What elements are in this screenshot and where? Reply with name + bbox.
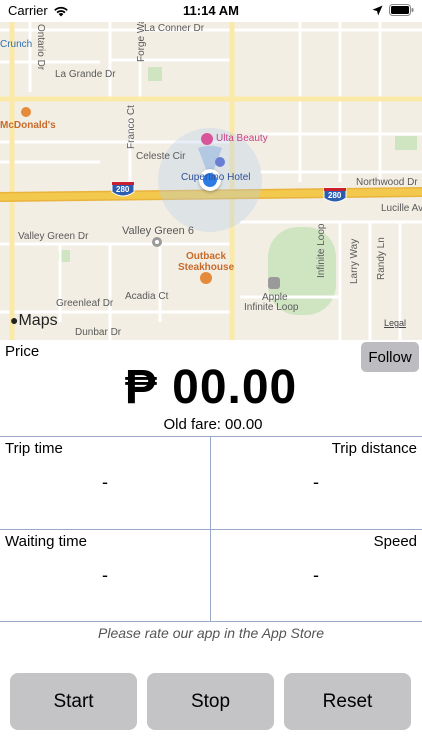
battery-icon bbox=[389, 4, 414, 16]
reset-button[interactable]: Reset bbox=[284, 673, 411, 730]
map-label-mcdonalds: McDonald's bbox=[0, 120, 56, 131]
map-label-dunbar: Dunbar Dr bbox=[75, 327, 122, 338]
map-label-randy-ln: Randy Ln bbox=[376, 237, 387, 280]
map-label-ulta: Ulta Beauty bbox=[216, 133, 268, 144]
stop-button[interactable]: Stop bbox=[147, 673, 274, 730]
map-label-outback-1: Outback bbox=[186, 251, 227, 262]
map-label-franco-ct: Franco Ct bbox=[126, 105, 137, 149]
map-view[interactable]: La Conner Dr Crunch La Grande Dr Ontario… bbox=[0, 22, 422, 340]
old-fare-value: 00.00 bbox=[224, 416, 263, 433]
map-label-forge-way: Forge Way bbox=[136, 22, 147, 62]
map-label-ontario: Ontario Dr bbox=[35, 24, 46, 71]
old-fare: Old fare: 00.00 bbox=[0, 416, 422, 433]
old-fare-label: Old fare: bbox=[163, 416, 221, 433]
map-label-la-grande: La Grande Dr bbox=[55, 69, 116, 80]
map-label-lucille: Lucille Ave bbox=[381, 203, 422, 214]
map-label-apple-2: Infinite Loop bbox=[244, 302, 299, 313]
map-label-hotel: Cupertino Hotel bbox=[181, 172, 251, 183]
map-label-northwood: Northwood Dr bbox=[356, 177, 418, 188]
grid-line-bottom bbox=[0, 621, 422, 622]
map-label-outback-2: Steakhouse bbox=[178, 262, 235, 273]
price-label: Price bbox=[5, 343, 40, 360]
price-value: ₱ 00.00 bbox=[124, 361, 298, 414]
highway-shield-label-2: 280 bbox=[328, 191, 342, 200]
map-label-greenleaf: Greenleaf Dr bbox=[56, 298, 114, 309]
location-arrow-icon bbox=[372, 5, 383, 15]
status-time: 11:14 AM bbox=[183, 3, 239, 18]
grid-line-middle bbox=[0, 529, 422, 530]
map-label-crunch: Crunch bbox=[0, 39, 33, 50]
map-label-valley-green-dr: Valley Green Dr bbox=[18, 231, 89, 242]
rate-app-text[interactable]: Please rate our app in the App Store bbox=[0, 625, 422, 641]
trip-distance-value: - bbox=[313, 472, 319, 492]
map-label-larry-way: Larry Way bbox=[349, 238, 360, 284]
maps-logo: ●Maps bbox=[10, 312, 58, 330]
waiting-time-label: Waiting time bbox=[5, 533, 87, 550]
map-label-acadia: Acadia Ct bbox=[125, 291, 169, 302]
speed-value: - bbox=[313, 565, 319, 585]
start-button[interactable]: Start bbox=[10, 673, 137, 730]
trip-time-label: Trip time bbox=[5, 440, 63, 457]
legal-link[interactable]: Legal bbox=[384, 318, 406, 328]
map-label-valley-green-6: Valley Green 6 bbox=[122, 225, 194, 237]
map-label-infinite-loop: Infinite Loop bbox=[316, 223, 327, 279]
grid-line-vertical bbox=[210, 436, 211, 622]
maps-logo-text: Maps bbox=[18, 312, 58, 329]
map-label-celeste-cir: Celeste Cir bbox=[136, 151, 186, 162]
status-right bbox=[372, 4, 414, 16]
highway-shield-label-1: 280 bbox=[116, 185, 130, 194]
trip-time-value: - bbox=[102, 472, 108, 492]
speed-label: Speed bbox=[373, 533, 417, 550]
grid-line-top bbox=[0, 436, 422, 437]
waiting-time-value: - bbox=[102, 565, 108, 585]
map-label-la-conner: La Conner Dr bbox=[144, 23, 205, 34]
trip-distance-label: Trip distance bbox=[331, 440, 417, 457]
status-bar: Carrier 11:14 AM bbox=[0, 0, 422, 22]
